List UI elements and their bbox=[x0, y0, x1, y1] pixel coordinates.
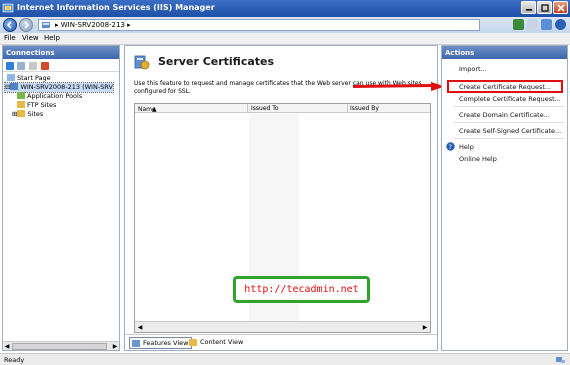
sort-asc-icon: ▲ bbox=[152, 106, 157, 113]
back-arrow-icon bbox=[6, 21, 12, 29]
network-icon bbox=[556, 357, 565, 363]
home-tool-icon[interactable] bbox=[541, 19, 552, 30]
tree-item-server[interactable]: ⊟ WIN-SRV2008-213 (WIN-SRV bbox=[4, 82, 114, 93]
back-button[interactable] bbox=[3, 18, 17, 32]
watermark-label: http://tecadmin.net bbox=[233, 276, 370, 303]
annotation-arrow bbox=[353, 82, 445, 91]
disconnect-icon[interactable] bbox=[41, 62, 49, 70]
menu-view[interactable]: View bbox=[22, 34, 39, 42]
title-bar: Internet Information Services (IIS) Mana… bbox=[0, 0, 570, 17]
tab-features-view[interactable]: Features View bbox=[129, 337, 193, 349]
server-icon bbox=[10, 83, 19, 90]
close-icon bbox=[556, 3, 565, 12]
iis-app-icon bbox=[2, 3, 14, 13]
window-title: Internet Information Services (IIS) Mana… bbox=[17, 3, 215, 12]
actions-pane: Actions Import... Create Certificate Req… bbox=[441, 45, 568, 351]
feature-header: Server Certificates bbox=[132, 52, 432, 72]
tree-item-start-page[interactable]: Start Page bbox=[7, 74, 51, 83]
ftp-sites-icon bbox=[17, 101, 25, 108]
action-create-domain-certificate[interactable]: Create Domain Certificate... bbox=[459, 111, 550, 119]
start-page-icon bbox=[7, 74, 15, 81]
breadcrumb[interactable]: ▸ WIN-SRV2008-213 ▸ bbox=[38, 19, 480, 31]
col-issued-by[interactable]: Issued By bbox=[350, 105, 379, 112]
breadcrumb-sep: ▸ bbox=[127, 21, 131, 29]
scroll-left-icon[interactable]: ◀ bbox=[3, 343, 11, 350]
action-complete-certificate-request[interactable]: Complete Certificate Request... bbox=[459, 95, 561, 103]
save-icon[interactable] bbox=[17, 62, 25, 70]
grid-header: Name ▲ Issued To Issued By bbox=[135, 104, 430, 113]
action-import[interactable]: Import... bbox=[459, 65, 487, 73]
actions-header: Actions bbox=[442, 46, 567, 59]
menu-bar: File View Help bbox=[0, 33, 570, 45]
connect-tool-icon[interactable] bbox=[513, 19, 524, 30]
minimize-button[interactable] bbox=[521, 1, 536, 14]
close-button[interactable] bbox=[553, 1, 568, 14]
status-text: Ready bbox=[4, 356, 25, 364]
page-title: Server Certificates bbox=[158, 55, 275, 68]
action-help[interactable]: Help bbox=[459, 143, 474, 151]
scroll-thumb[interactable] bbox=[12, 343, 107, 350]
connections-toolbar bbox=[3, 59, 119, 72]
action-online-help[interactable]: Online Help bbox=[459, 155, 497, 163]
maximize-button[interactable] bbox=[537, 1, 552, 14]
content-view-icon bbox=[189, 339, 197, 346]
grid-hscrollbar[interactable]: ◀ ▶ bbox=[135, 321, 430, 332]
up-icon[interactable] bbox=[29, 62, 37, 70]
minimize-icon bbox=[525, 8, 532, 11]
scroll-left-icon[interactable]: ◀ bbox=[136, 324, 144, 331]
connections-header: Connections bbox=[3, 46, 119, 59]
tab-content-view[interactable]: Content View bbox=[187, 337, 246, 349]
address-bar: ▸ WIN-SRV2008-213 ▸ bbox=[0, 17, 570, 33]
action-create-self-signed-certificate[interactable]: Create Self-Signed Certificate... bbox=[459, 127, 561, 135]
menu-help[interactable]: Help bbox=[44, 34, 60, 42]
scroll-right-icon[interactable]: ▶ bbox=[111, 343, 119, 350]
scroll-right-icon[interactable]: ▶ bbox=[421, 324, 429, 331]
help-icon: ? bbox=[446, 142, 455, 151]
view-switcher: Features View Content View bbox=[125, 334, 437, 350]
status-bar: Ready bbox=[0, 353, 570, 365]
server-icon bbox=[42, 22, 50, 28]
sites-icon bbox=[17, 110, 26, 117]
connections-hscrollbar[interactable]: ◀ ▶ bbox=[3, 341, 119, 350]
connect-icon[interactable] bbox=[6, 62, 14, 70]
forward-arrow-icon bbox=[24, 21, 30, 29]
svg-text:?: ? bbox=[449, 144, 452, 151]
tree-item-sites[interactable]: ⊞ Sites bbox=[12, 110, 43, 119]
action-create-certificate-request[interactable]: Create Certificate Request... bbox=[459, 83, 551, 91]
features-view-icon bbox=[132, 340, 140, 347]
tree-item-ftp-sites[interactable]: FTP Sites bbox=[17, 101, 56, 110]
stop-tool-icon[interactable] bbox=[527, 19, 538, 30]
col-issued-to[interactable]: Issued To bbox=[251, 105, 279, 112]
tree-item-app-pools[interactable]: Application Pools bbox=[17, 92, 82, 101]
help-tool-icon[interactable] bbox=[555, 19, 566, 30]
forward-button[interactable] bbox=[19, 18, 33, 32]
maximize-icon bbox=[540, 3, 549, 12]
server-certificates-icon bbox=[134, 55, 150, 70]
menu-file[interactable]: File bbox=[4, 34, 16, 42]
app-pools-icon bbox=[17, 92, 25, 99]
connections-pane: Connections Start Page ⊟ WIN-SRV2008-213 … bbox=[2, 45, 120, 351]
breadcrumb-sep: ▸ bbox=[55, 21, 59, 29]
breadcrumb-server[interactable]: WIN-SRV2008-213 bbox=[61, 21, 125, 29]
